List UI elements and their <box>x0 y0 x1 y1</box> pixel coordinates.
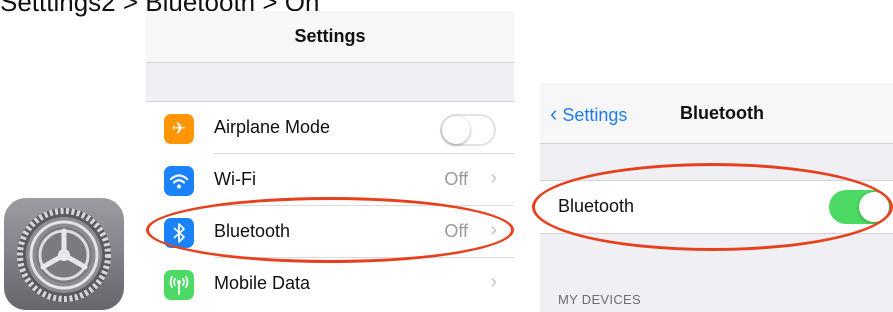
airplane-icon: ✈ <box>164 114 194 144</box>
wifi-icon <box>164 166 194 196</box>
chevron-right-icon: › <box>490 167 497 189</box>
row-label: Bluetooth <box>558 196 635 216</box>
chevron-right-icon: › <box>490 271 497 293</box>
settings-row-airplane-mode[interactable]: ✈ Airplane Mode <box>146 102 514 154</box>
back-button[interactable]: ‹ Settings <box>550 101 627 127</box>
antenna-icon <box>164 270 194 300</box>
chevron-right-icon: › <box>490 219 497 241</box>
settings-row-bluetooth[interactable]: Bluetooth Off › <box>146 206 514 258</box>
back-label: Settings <box>562 105 628 125</box>
page-title: Settings <box>294 26 366 46</box>
row-label: Mobile Data <box>214 273 311 293</box>
row-value: Off <box>444 221 468 241</box>
settings-gear-icon <box>4 198 124 310</box>
settings-nav-bar: Settings <box>146 11 514 63</box>
chevron-left-icon: ‹ <box>550 101 558 126</box>
section-header: MY DEVICES <box>558 292 641 307</box>
settings-row-mobile-data[interactable]: Mobile Data › <box>146 258 514 310</box>
airplane-mode-toggle[interactable] <box>440 114 496 146</box>
settings-screen: Settings ✈ Airplane Mode Wi-Fi Off › Blu… <box>146 11 514 312</box>
bluetooth-nav-bar: ‹ Settings Bluetooth <box>540 83 893 144</box>
toggle-knob <box>442 116 470 144</box>
bluetooth-icon <box>164 218 194 248</box>
page-title: Bluetooth <box>680 103 764 123</box>
row-label: Bluetooth <box>214 221 291 241</box>
bluetooth-screen: ‹ Settings Bluetooth Bluetooth MY DEVICE… <box>540 83 893 312</box>
row-label: Wi-Fi <box>214 169 256 189</box>
row-label: Airplane Mode <box>214 117 331 137</box>
row-value: Off <box>444 169 468 189</box>
settings-list: ✈ Airplane Mode Wi-Fi Off › Bluetooth Of… <box>146 101 514 312</box>
bluetooth-toggle-row: Bluetooth <box>540 180 893 234</box>
toggle-knob <box>859 192 889 222</box>
settings-row-wifi[interactable]: Wi-Fi Off › <box>146 154 514 206</box>
bluetooth-toggle[interactable] <box>829 190 891 224</box>
